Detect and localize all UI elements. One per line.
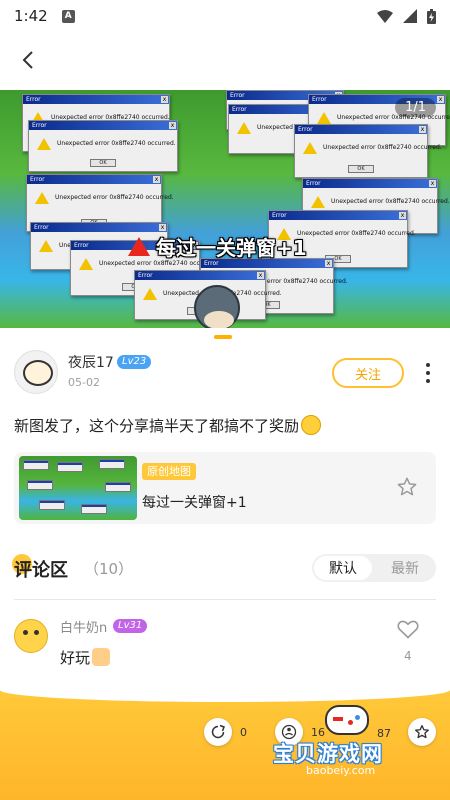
map-thumbnail [19,456,137,520]
battery-icon [427,8,436,24]
author-row: 夜辰17 Lv23 05-02 关注 [14,350,440,394]
dialog-thumb [105,482,131,492]
dialog-message: Unexpected error 0x8ffe2740 occurred. [331,198,450,205]
share-count: 0 [240,725,247,739]
dialog-thumb [57,462,83,472]
map-title: 每过一关弹窗+1 [142,495,247,511]
wifi-icon [377,9,393,23]
warning-icon [128,237,150,256]
dialog-message: Unexpected error 0x8ffe2740 occurred. [57,140,176,147]
dialog-title: Error [31,223,167,232]
dialog-title: Error [27,175,161,184]
comments-title: 评论区 [14,560,68,581]
sweat-emoji-icon [301,415,322,435]
warning-icon [311,196,325,208]
dialog-thumb [23,460,49,470]
players-count: 16 [311,725,325,739]
dialog-title: Error [23,95,169,104]
star-icon[interactable] [396,476,418,498]
signal-icon [403,9,417,23]
status-icons [377,8,436,24]
dialog-thumb [99,459,125,469]
dialog-thumb [81,504,107,514]
image-counter: 1/1 [395,98,436,117]
comment-text-content: 好玩 [60,649,91,667]
game-character [194,285,240,328]
post-text: 新图发了，这个分享搞半天了都搞不了奖励 [14,415,322,436]
app-notification-icon: A [61,9,75,23]
map-tag: 原创地图 [142,463,196,480]
dialog-message: Unexpected error 0x8ffe2740 occurred. [323,144,442,151]
hero-caption: 每过一关弹窗+1 [128,232,307,261]
share-icon [211,724,225,739]
favorite-button[interactable] [408,718,436,746]
post-date: 05-02 [68,376,100,389]
warning-icon [37,138,51,150]
share-action[interactable]: 0 [204,718,247,746]
gamepad-icon[interactable] [325,705,369,735]
commenter-avatar[interactable] [14,619,48,653]
star-icon [415,725,429,739]
dialog-title: Error [303,179,437,188]
post-text-content: 新图发了，这个分享搞半天了都搞不了奖励 [14,417,300,435]
hero-caption-text: 每过一关弹窗+1 [156,236,307,260]
share-button[interactable] [204,718,232,746]
status-time: 1:42 [14,7,48,25]
dialog-title: Error [29,121,177,130]
favorite-action[interactable] [408,718,436,746]
author-name[interactable]: 夜辰17 [68,352,114,372]
more-dot-icon [426,371,430,375]
comments-header: 评论区 （10） 默认 最新 [12,552,438,584]
carousel-indicator [214,335,232,339]
sort-toggle: 默认 最新 [312,554,436,582]
error-dialog: Error Unexpected error 0x8ffe2740 occurre… [28,120,178,172]
error-dialog: Error Unexpected error 0x8ffe2740 occurre… [294,124,442,178]
warning-icon [237,122,251,134]
dialog-thumb [39,500,65,510]
sort-latest-tab[interactable]: 最新 [376,556,434,580]
warning-icon [317,112,331,124]
warning-icon [79,258,93,270]
dialog-message: Unexpected error 0x8ffe2740 occurred. [55,194,174,201]
author-avatar[interactable] [14,350,58,394]
dialog-message: Unexpected error 0x8ffe2740 occurred. [337,114,450,121]
dialog-message: Unexpected error 0x8ffe2740 occurred. [297,230,416,237]
dialog-ok: OK [348,165,374,173]
warning-icon [35,192,49,204]
commenter-name[interactable]: 白牛奶n [60,617,107,636]
comment-like-count: 4 [404,649,412,663]
status-bar: 1:42 A [0,0,450,32]
follow-button[interactable]: 关注 [332,358,404,388]
warning-icon [143,288,157,300]
more-options-button[interactable] [418,358,438,388]
dialog-ok: OK [90,159,116,167]
dialog-title: Error [269,211,407,220]
back-button[interactable] [12,44,44,76]
chevron-left-icon [22,51,33,69]
dialog-thumb [27,480,53,490]
sort-default-tab[interactable]: 默认 [314,556,372,580]
more-dot-icon [426,363,430,367]
warning-icon [303,142,317,154]
thumbs-up-emoji-icon [92,648,111,666]
comment-text: 好玩 [60,647,111,668]
heart-icon[interactable] [396,617,420,641]
map-card[interactable]: 原创地图 每过一关弹窗+1 [14,452,436,524]
commenter-level-badge: Lv31 [113,619,148,633]
dialog-title: Error [135,271,265,280]
dialog-title: Error [295,125,427,134]
warning-icon [39,240,53,252]
watermark-url: baobeiy.com [306,764,376,777]
author-level-badge: Lv23 [117,355,152,369]
hero-image[interactable]: Error Unexpected error 0x8ffe2740 occurre… [0,90,450,328]
divider [14,599,436,600]
comments-count: （10） [84,560,134,578]
more-dot-icon [426,379,430,383]
